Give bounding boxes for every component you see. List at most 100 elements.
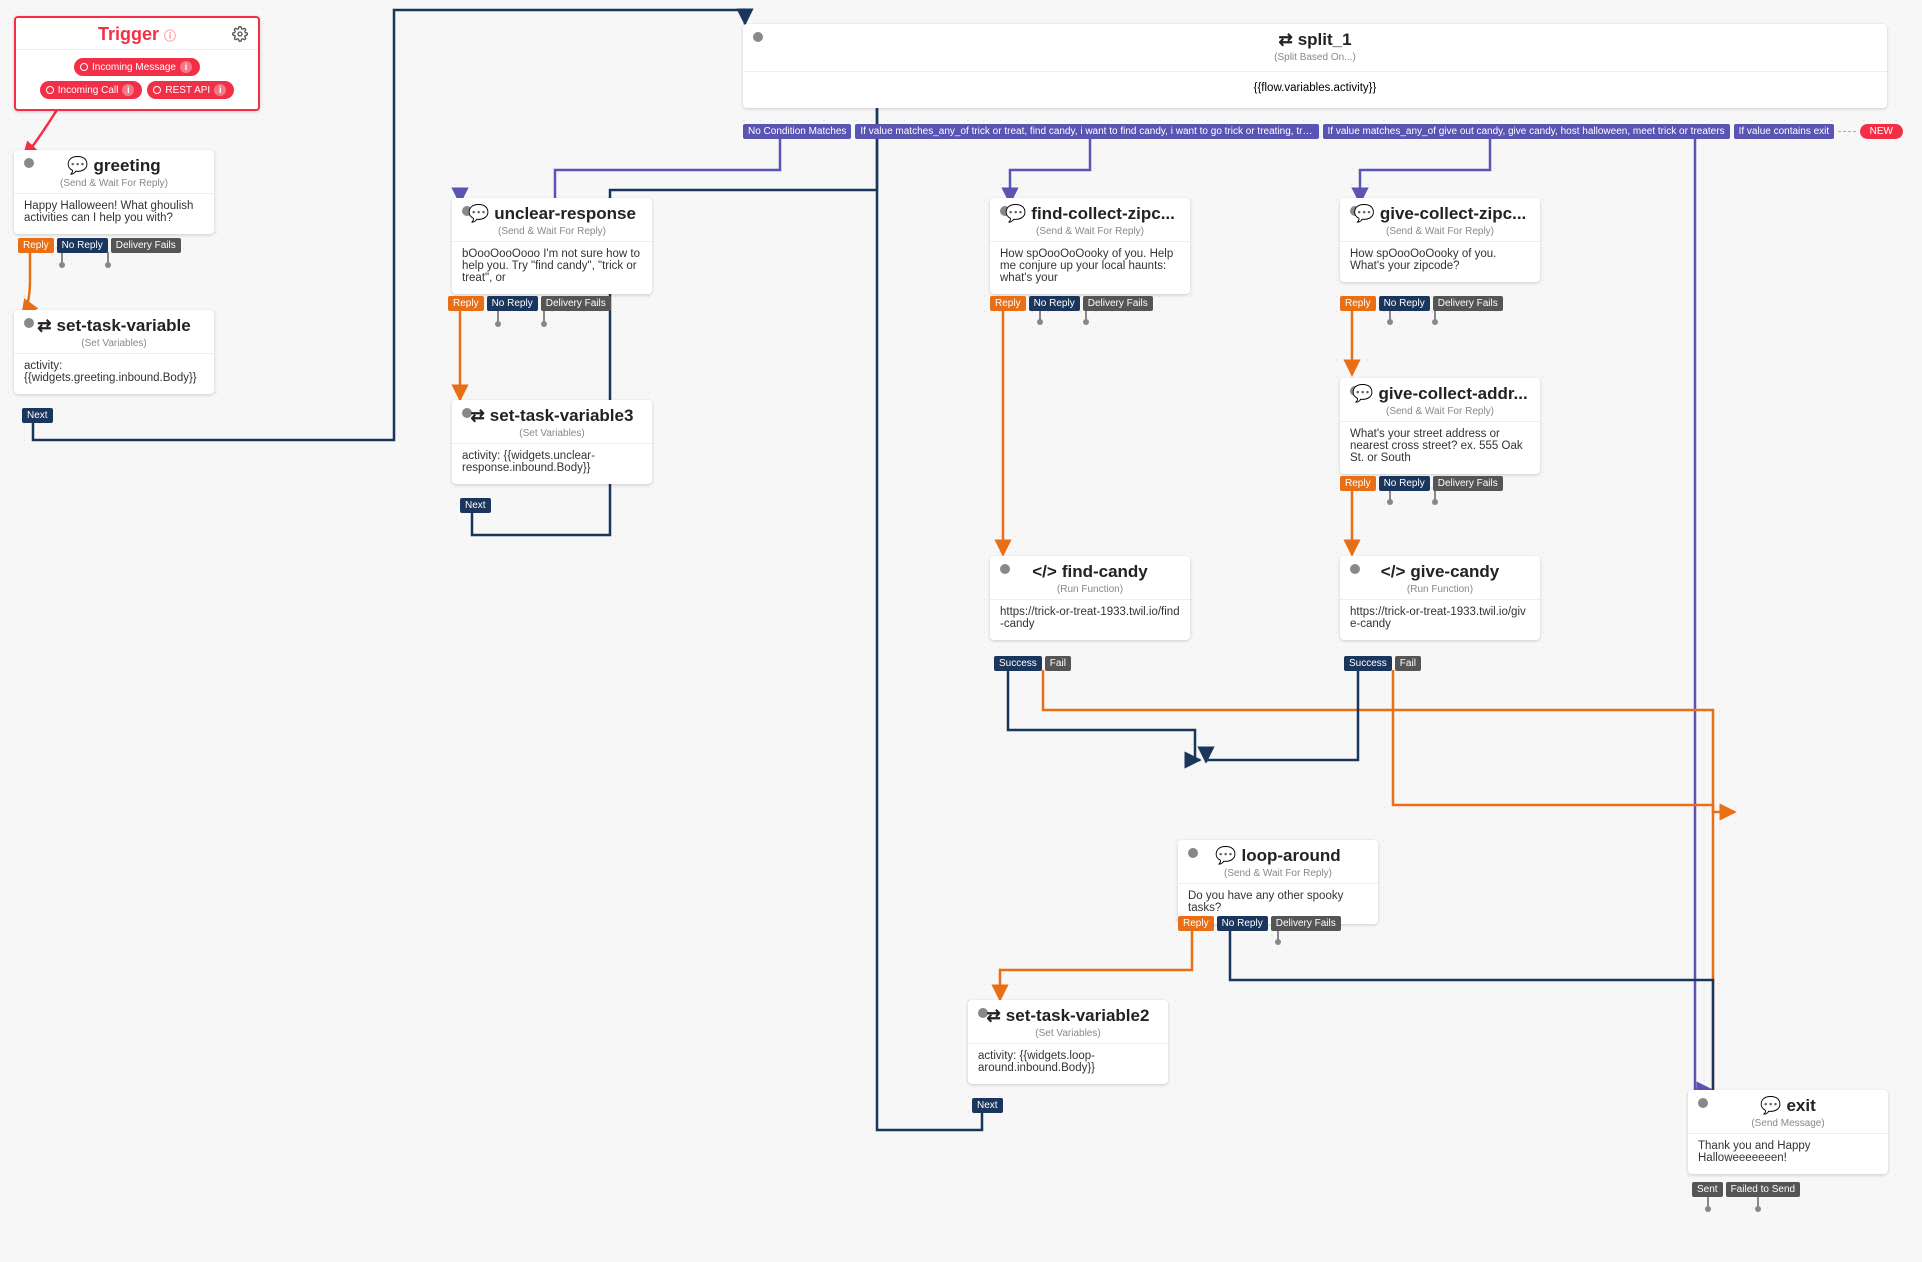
unclear-response-widget[interactable]: 💬unclear-response (Send & Wait For Reply… xyxy=(452,198,652,294)
tag-sent[interactable]: Sent xyxy=(1692,1182,1723,1197)
tag-fail[interactable]: Fail xyxy=(1395,656,1421,671)
tag-noreply[interactable]: No Reply xyxy=(1217,916,1268,931)
give-candy-tags: Success Fail xyxy=(1344,656,1421,671)
split1-conditions: No Condition Matches If value matches_an… xyxy=(743,124,1903,139)
trigger-widget[interactable]: Trigger ⓘ Incoming Messagei Incoming Cal… xyxy=(14,16,260,111)
node-title: set-task-variable3 xyxy=(490,406,634,426)
tag-reply[interactable]: Reply xyxy=(448,296,484,311)
condition-find[interactable]: If value matches_any_of trick or treat, … xyxy=(855,124,1318,139)
give-collect-zip-widget[interactable]: 💬give-collect-zipc... (Send & Wait For R… xyxy=(1340,198,1540,282)
give-candy-widget[interactable]: </>give-candy (Run Function) https://tri… xyxy=(1340,556,1540,640)
set-task-variable-widget[interactable]: ⇄set-task-variable (Set Variables) activ… xyxy=(14,310,214,394)
node-title: give-collect-zipc... xyxy=(1380,204,1526,224)
condition-no-match[interactable]: No Condition Matches xyxy=(743,124,851,139)
node-body: {{flow.variables.activity}} xyxy=(743,76,1887,108)
node-subtitle: (Send & Wait For Reply) xyxy=(452,226,652,241)
new-condition-button[interactable]: NEW xyxy=(1860,124,1903,139)
node-subtitle: (Send Message) xyxy=(1688,1118,1888,1133)
node-body: bOooOooOooo I'm not sure how to help you… xyxy=(452,241,652,294)
tag-delivery-fails[interactable]: Delivery Fails xyxy=(1271,916,1341,931)
node-body: activity: {{widgets.loop-around.inbound.… xyxy=(968,1043,1168,1084)
switch-icon: ⇄ xyxy=(987,1006,1001,1026)
tag-reply[interactable]: Reply xyxy=(1178,916,1214,931)
tag-noreply[interactable]: No Reply xyxy=(487,296,538,311)
node-body: Happy Halloween! What ghoulish activitie… xyxy=(14,193,214,234)
switch-icon: ⇄ xyxy=(471,406,485,426)
give-collect-addr-widget[interactable]: 💬give-collect-addr... (Send & Wait For R… xyxy=(1340,378,1540,474)
chat-icon: 💬 xyxy=(1005,204,1026,224)
unclear-response-tags: Reply No Reply Delivery Fails xyxy=(448,296,611,311)
tag-noreply[interactable]: No Reply xyxy=(1379,296,1430,311)
tag-fail[interactable]: Fail xyxy=(1045,656,1071,671)
tag-noreply[interactable]: No Reply xyxy=(1029,296,1080,311)
node-title: find-candy xyxy=(1062,562,1148,582)
node-body: https://trick-or-treat-1933.twil.io/find… xyxy=(990,599,1190,640)
tag-delivery-fails[interactable]: Delivery Fails xyxy=(1433,296,1503,311)
node-subtitle: (Send & Wait For Reply) xyxy=(990,226,1190,241)
node-subtitle: (Split Based On...) xyxy=(743,52,1887,67)
tag-reply[interactable]: Reply xyxy=(1340,296,1376,311)
switch-icon: ⇄ xyxy=(37,316,51,336)
trigger-pill-incoming-message[interactable]: Incoming Messagei xyxy=(74,58,200,76)
node-subtitle: (Send & Wait For Reply) xyxy=(14,178,214,193)
chat-icon: 💬 xyxy=(468,204,489,224)
chat-icon: 💬 xyxy=(67,156,88,176)
tag-noreply[interactable]: No Reply xyxy=(57,238,108,253)
tag-success[interactable]: Success xyxy=(994,656,1042,671)
loop-around-widget[interactable]: 💬loop-around (Send & Wait For Reply) Do … xyxy=(1178,840,1378,924)
condition-exit[interactable]: If value contains exit xyxy=(1734,124,1835,139)
chat-icon: 💬 xyxy=(1352,384,1373,404)
tag-delivery-fails[interactable]: Delivery Fails xyxy=(1083,296,1153,311)
tag-success[interactable]: Success xyxy=(1344,656,1392,671)
tag-noreply[interactable]: No Reply xyxy=(1379,476,1430,491)
tag-next[interactable]: Next xyxy=(460,498,491,513)
tag-next[interactable]: Next xyxy=(22,408,53,423)
condition-give[interactable]: If value matches_any_of give out candy, … xyxy=(1323,124,1730,139)
trigger-pill-rest-api[interactable]: REST APIi xyxy=(147,81,234,99)
node-body: How spOooOoOooky of you. Help me conjure… xyxy=(990,241,1190,294)
chat-icon: 💬 xyxy=(1760,1096,1781,1116)
tag-delivery-fails[interactable]: Delivery Fails xyxy=(541,296,611,311)
tag-reply[interactable]: Reply xyxy=(1340,476,1376,491)
exit-tags: Sent Failed to Send xyxy=(1692,1182,1800,1197)
set-task-variable2-widget[interactable]: ⇄set-task-variable2 (Set Variables) acti… xyxy=(968,1000,1168,1084)
node-title: greeting xyxy=(94,156,161,176)
exit-widget[interactable]: 💬exit (Send Message) Thank you and Happy… xyxy=(1688,1090,1888,1174)
set-task-variable-tags: Next xyxy=(22,408,53,423)
tag-delivery-fails[interactable]: Delivery Fails xyxy=(1433,476,1503,491)
node-body: activity: {{widgets.greeting.inbound.Bod… xyxy=(14,353,214,394)
node-body: What's your street address or nearest cr… xyxy=(1340,421,1540,474)
loop-around-tags: Reply No Reply Delivery Fails xyxy=(1178,916,1341,931)
trigger-title: Trigger ⓘ xyxy=(98,24,176,44)
tag-delivery-fails[interactable]: Delivery Fails xyxy=(111,238,181,253)
node-subtitle: (Send & Wait For Reply) xyxy=(1178,868,1378,883)
tag-next[interactable]: Next xyxy=(972,1098,1003,1113)
find-candy-widget[interactable]: </>find-candy (Run Function) https://tri… xyxy=(990,556,1190,640)
greeting-tags: Reply No Reply Delivery Fails xyxy=(18,238,181,253)
trigger-pill-incoming-call[interactable]: Incoming Calli xyxy=(40,81,143,99)
find-candy-tags: Success Fail xyxy=(994,656,1071,671)
set-task-variable2-tags: Next xyxy=(972,1098,1003,1113)
split-icon: ⇄ xyxy=(1278,30,1292,50)
node-title: split_1 xyxy=(1298,30,1352,50)
give-collect-addr-tags: Reply No Reply Delivery Fails xyxy=(1340,476,1503,491)
code-icon: </> xyxy=(1032,562,1057,582)
find-collect-zip-widget[interactable]: 💬find-collect-zipc... (Send & Wait For R… xyxy=(990,198,1190,294)
node-subtitle: (Run Function) xyxy=(1340,584,1540,599)
tag-reply[interactable]: Reply xyxy=(18,238,54,253)
give-collect-zip-tags: Reply No Reply Delivery Fails xyxy=(1340,296,1503,311)
greeting-widget[interactable]: 💬 greeting (Send & Wait For Reply) Happy … xyxy=(14,150,214,234)
node-title: unclear-response xyxy=(494,204,636,224)
node-body: Thank you and Happy Halloweeeeeeen! xyxy=(1688,1133,1888,1174)
set-task-variable3-tags: Next xyxy=(460,498,491,513)
split1-widget[interactable]: ⇄ split_1 (Split Based On...) {{flow.vari… xyxy=(743,24,1887,108)
set-task-variable3-widget[interactable]: ⇄set-task-variable3 (Set Variables) acti… xyxy=(452,400,652,484)
node-subtitle: (Set Variables) xyxy=(968,1028,1168,1043)
tag-failed-to-send[interactable]: Failed to Send xyxy=(1726,1182,1801,1197)
tag-reply[interactable]: Reply xyxy=(990,296,1026,311)
code-icon: </> xyxy=(1381,562,1406,582)
node-subtitle: (Run Function) xyxy=(990,584,1190,599)
chat-icon: 💬 xyxy=(1215,846,1236,866)
gear-icon[interactable] xyxy=(232,26,248,45)
node-subtitle: (Send & Wait For Reply) xyxy=(1340,406,1540,421)
